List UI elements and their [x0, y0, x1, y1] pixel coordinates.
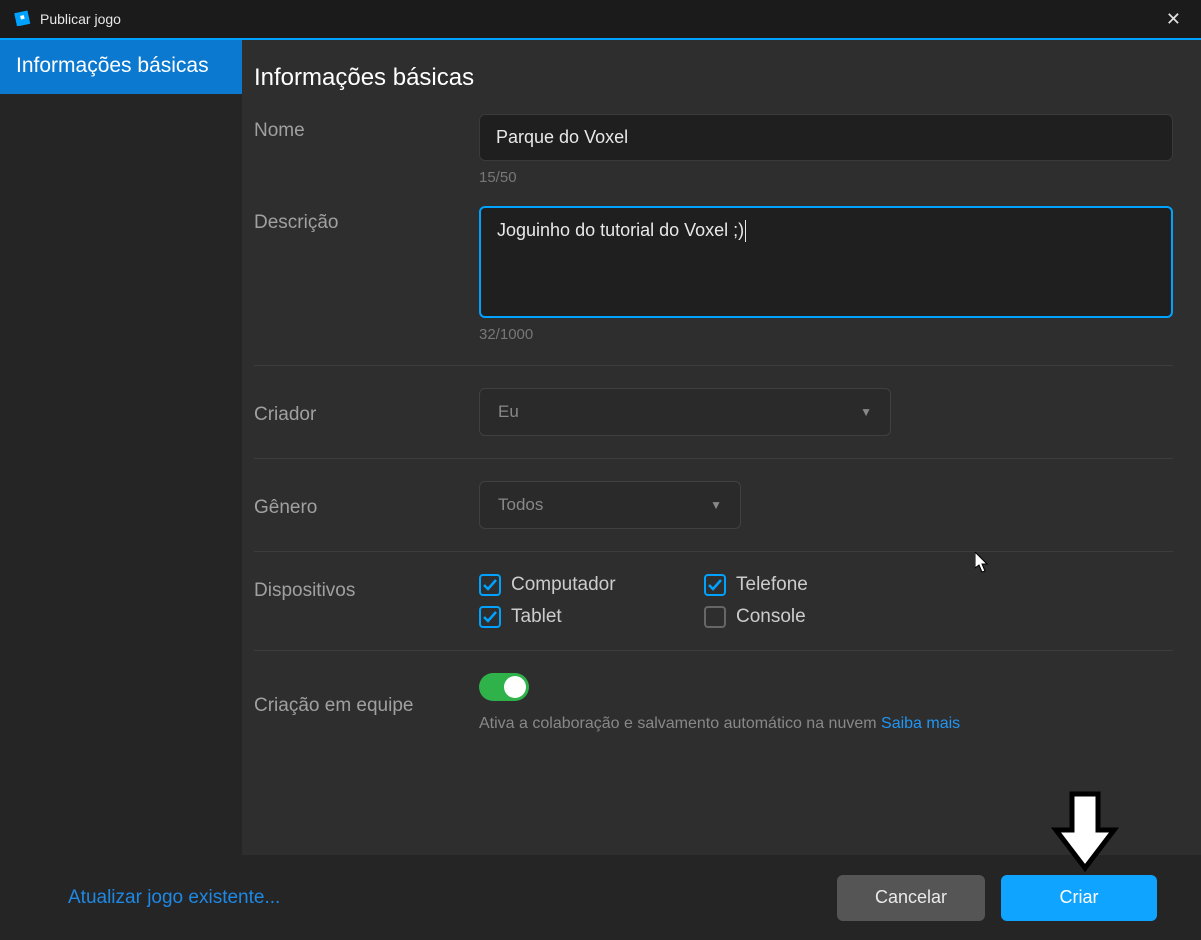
field-devices-section: Dispositivos Computador	[254, 574, 1173, 628]
genre-select[interactable]: Todos ▼	[479, 481, 741, 529]
checkbox-icon	[704, 606, 726, 628]
description-char-count: 32/1000	[479, 326, 1173, 343]
close-icon[interactable]: ✕	[1158, 5, 1189, 34]
field-team-create-section: Criação em equipe Ativa a colaboração e …	[254, 673, 1173, 733]
field-genre-section: Gênero Todos ▼	[254, 481, 1173, 529]
device-checkbox-phone[interactable]: Telefone	[704, 574, 929, 596]
device-checkbox-computer[interactable]: Computador	[479, 574, 704, 596]
update-existing-link[interactable]: Atualizar jogo existente...	[68, 887, 280, 909]
device-label: Computador	[511, 574, 616, 596]
app-logo-icon	[14, 8, 32, 31]
field-description-section: Descrição Joguinho do tutorial do Voxel …	[254, 206, 1173, 343]
checkbox-icon	[479, 606, 501, 628]
page-title: Informações básicas	[254, 64, 1173, 92]
description-label: Descrição	[254, 206, 479, 234]
device-checkbox-console[interactable]: Console	[704, 606, 929, 628]
divider	[254, 365, 1173, 366]
devices-label: Dispositivos	[254, 574, 479, 602]
field-name-section: Nome 15/50	[254, 114, 1173, 186]
window-title: Publicar jogo	[40, 11, 121, 27]
footer-buttons: Cancelar Criar	[837, 875, 1157, 921]
divider	[254, 551, 1173, 552]
footer: Atualizar jogo existente... Cancelar Cri…	[0, 855, 1201, 940]
genre-selected-value: Todos	[498, 495, 543, 515]
toggle-knob	[504, 676, 526, 698]
chevron-down-icon: ▼	[710, 498, 722, 512]
team-create-learn-more-link[interactable]: Saiba mais	[881, 715, 960, 732]
name-input[interactable]	[479, 114, 1173, 161]
team-create-label: Criação em equipe	[254, 689, 479, 717]
content-area: Informações básicas Nome 15/50 Descrição…	[242, 40, 1201, 855]
sidebar-tab-basic-info[interactable]: Informações básicas	[0, 40, 242, 94]
name-label: Nome	[254, 114, 479, 142]
description-value: Joguinho do tutorial do Voxel ;)	[497, 220, 744, 240]
description-input[interactable]: Joguinho do tutorial do Voxel ;)	[479, 206, 1173, 318]
chevron-down-icon: ▼	[860, 405, 872, 419]
creator-select[interactable]: Eu ▼	[479, 388, 891, 436]
creator-selected-value: Eu	[498, 402, 519, 422]
team-create-help-text: Ativa a colaboração e salvamento automát…	[479, 715, 877, 732]
divider	[254, 650, 1173, 651]
device-checkbox-tablet[interactable]: Tablet	[479, 606, 704, 628]
device-label: Console	[736, 606, 806, 628]
title-bar-left: Publicar jogo	[14, 8, 121, 31]
checkbox-icon	[479, 574, 501, 596]
device-label: Telefone	[736, 574, 808, 596]
team-create-toggle[interactable]	[479, 673, 529, 701]
creator-label: Criador	[254, 398, 479, 426]
field-creator-section: Criador Eu ▼	[254, 388, 1173, 436]
sidebar: Informações básicas	[0, 40, 242, 855]
title-bar: Publicar jogo ✕	[0, 0, 1201, 40]
name-char-count: 15/50	[479, 169, 1173, 186]
sidebar-tab-label: Informações básicas	[16, 54, 209, 77]
checkbox-icon	[704, 574, 726, 596]
text-caret	[745, 220, 746, 242]
main-layout: Informações básicas Informações básicas …	[0, 40, 1201, 855]
device-label: Tablet	[511, 606, 562, 628]
genre-label: Gênero	[254, 491, 479, 519]
team-create-help: Ativa a colaboração e salvamento automát…	[479, 715, 1173, 733]
divider	[254, 458, 1173, 459]
cancel-button[interactable]: Cancelar	[837, 875, 985, 921]
create-button[interactable]: Criar	[1001, 875, 1157, 921]
